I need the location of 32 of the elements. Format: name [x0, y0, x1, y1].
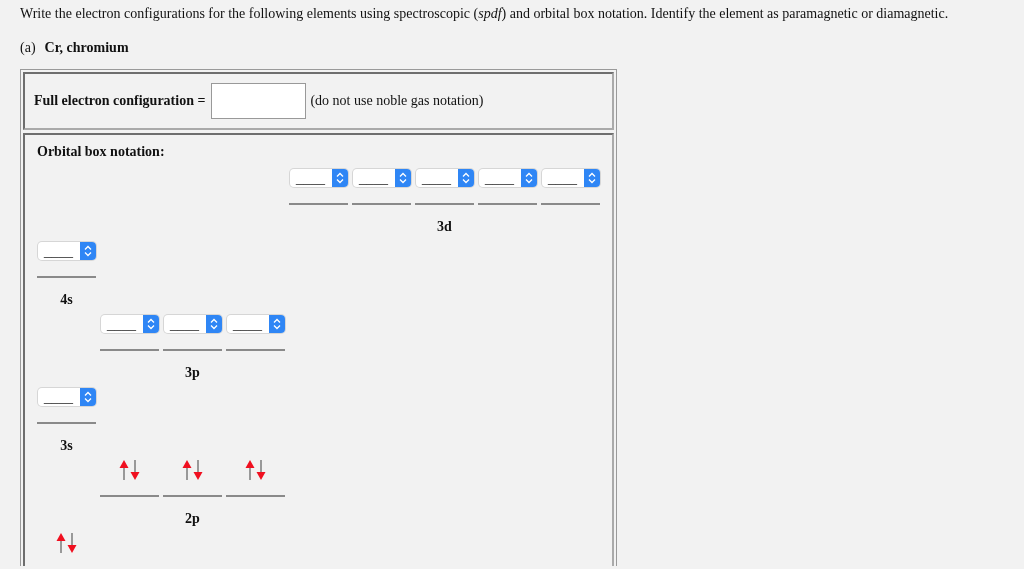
sublevel-label: 4s [60, 292, 73, 308]
orbital-dropdown[interactable]: ____ [37, 242, 96, 260]
section-heading: Orbital box notation: [37, 144, 166, 160]
orbital-dropdown[interactable]: ____ [163, 315, 222, 333]
chevron-icon [457, 169, 474, 187]
chevron-icon [205, 315, 222, 333]
orbital-dropdown[interactable]: ____ [478, 169, 537, 187]
instruction-text: Write the electron configurations for the following elements using spectroscopic (spdf) and orbital box notation. Identify the element as paramagnetic or diamagnetic. [20, 5, 950, 23]
orbital-dropdown[interactable]: ____ [226, 315, 285, 333]
chevron-icon [520, 169, 537, 187]
chevron-icon [142, 315, 159, 333]
orbital-dropdown[interactable]: ____ [37, 388, 96, 406]
chevron-icon [268, 315, 285, 333]
input-field[interactable] [211, 83, 307, 119]
sublevel-label: 3d [437, 219, 452, 235]
element-name: Cr, chromium [44, 39, 129, 57]
field-label: Full electron configuration = [34, 93, 206, 109]
chevron-icon [79, 388, 96, 406]
part-letter: (a) [20, 39, 36, 57]
orbital-dropdown[interactable]: ____ [289, 169, 348, 187]
orbital-dropdown[interactable]: ____ [100, 315, 159, 333]
chevron-icon [394, 169, 411, 187]
orbital-dropdown[interactable]: ____ [541, 169, 600, 187]
sublevel-label: 3s [60, 438, 73, 454]
orbital-dropdown[interactable]: ____ [352, 169, 411, 187]
orbital-dropdown[interactable]: ____ [415, 169, 474, 187]
chevron-icon [331, 169, 348, 187]
sublevel-label: 2p [185, 511, 200, 527]
chevron-icon [583, 169, 600, 187]
field-note: (do not use noble gas notation) [310, 93, 484, 109]
chevron-icon [79, 242, 96, 260]
sublevel-label: 3p [185, 365, 200, 381]
